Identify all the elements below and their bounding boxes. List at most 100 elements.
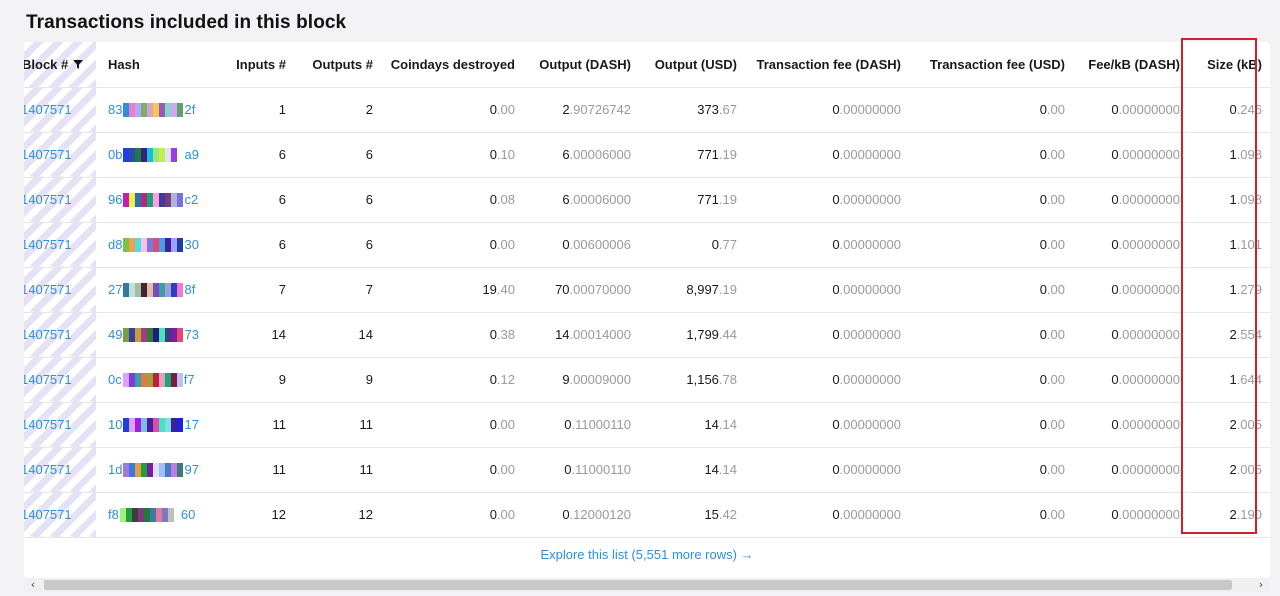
- cell-fee-usd-int: 0: [1039, 102, 1047, 117]
- cell-coindays-frac: .00: [496, 507, 515, 522]
- block-link[interactable]: 1407571: [24, 462, 72, 477]
- hash-redaction: [123, 282, 184, 297]
- horizontal-scrollbar[interactable]: ‹ ›: [24, 578, 1270, 592]
- table-row[interactable]: 1407571 49 73 14 14 0.38 14.00014000 1,799.44 0.…: [24, 312, 1270, 358]
- hash-link[interactable]: 0b a9: [108, 147, 199, 162]
- table-row[interactable]: 1407571 f8 60 12 12 0.00 0.12000120 15.42 0.0000…: [24, 492, 1270, 538]
- table-row[interactable]: 1407571 1d 97 11 11 0.00 0.11000110 14.14 0.0000…: [24, 447, 1270, 493]
- cell-hash[interactable]: 96 c2: [96, 177, 214, 223]
- table-row[interactable]: 1407571 96 c2 6 6 0.08 6.00006000 771.19 0.00000…: [24, 177, 1270, 223]
- table-row[interactable]: 1407571 10 17 11 11 0.00 0.11000110 14.14 0.0000…: [24, 402, 1270, 448]
- cell-fee-dash-frac: .00000000: [839, 417, 901, 432]
- cell-coindays-int: 0: [489, 417, 497, 432]
- cell-coindays: 0.08: [381, 177, 523, 223]
- cell-hash[interactable]: 83 2f: [96, 87, 214, 133]
- cell-inputs: 7: [214, 267, 294, 313]
- hash-link[interactable]: 27 8f: [108, 282, 195, 297]
- hash-link[interactable]: 10 17: [108, 417, 199, 432]
- column-header-block-label: Block #: [24, 56, 69, 72]
- block-link[interactable]: 1407571: [24, 102, 72, 117]
- column-header-outputs[interactable]: Outputs #: [294, 42, 381, 88]
- block-link[interactable]: 1407571: [24, 417, 72, 432]
- cell-fee-dash-frac: .00000000: [839, 327, 901, 342]
- cell-block[interactable]: 1407571: [24, 402, 96, 448]
- column-header-block[interactable]: Block #: [24, 42, 96, 88]
- hash-end: 2f: [184, 102, 196, 117]
- block-link[interactable]: 1407571: [24, 507, 72, 522]
- cell-hash[interactable]: 0b a9: [96, 132, 214, 178]
- table-row[interactable]: 1407571 83 2f 1 2 0.00 2.90726742 373.67 0.00000…: [24, 87, 1270, 133]
- cell-output-usd-frac: .78: [718, 372, 737, 387]
- cell-block[interactable]: 1407571: [24, 492, 96, 538]
- block-link[interactable]: 1407571: [24, 372, 72, 387]
- table-row[interactable]: 1407571 d8 30 6 6 0.00 0.00600006 0.77 0.0000000…: [24, 222, 1270, 268]
- block-link[interactable]: 1407571: [24, 192, 72, 207]
- cell-hash[interactable]: 27 8f: [96, 267, 214, 313]
- scrollbar-thumb[interactable]: [44, 580, 1232, 590]
- hash-link[interactable]: 1d 97: [108, 462, 199, 477]
- hash-link[interactable]: 83 2f: [108, 102, 195, 117]
- hash-link[interactable]: f8 60: [108, 507, 195, 522]
- cell-coindays-int: 19: [482, 282, 497, 297]
- cell-hash[interactable]: 1d 97: [96, 447, 214, 493]
- cell-output-usd: 14.14: [639, 447, 745, 493]
- cell-output-usd-frac: .42: [718, 507, 737, 522]
- cell-block[interactable]: 1407571: [24, 177, 96, 223]
- cell-fee-per-kb: 0.00000000: [1073, 267, 1188, 313]
- cell-fee-dash: 0.00000000: [745, 312, 909, 358]
- cell-hash[interactable]: 10 17: [96, 402, 214, 448]
- chevron-right-icon[interactable]: ›: [1254, 578, 1268, 592]
- cell-hash[interactable]: d8 30: [96, 222, 214, 268]
- column-header-coindays[interactable]: Coindays destroyed: [381, 42, 523, 88]
- column-header-fee-usd[interactable]: Transaction fee (USD): [909, 42, 1073, 88]
- cell-fee-per-kb-frac: .00000000: [1118, 282, 1180, 297]
- hash-start: 1d: [108, 462, 123, 477]
- cell-fee-dash: 0.00000000: [745, 447, 909, 493]
- column-header-inputs[interactable]: Inputs #: [214, 42, 294, 88]
- column-header-hash[interactable]: Hash: [96, 42, 214, 88]
- hash-link[interactable]: 0c f7: [108, 372, 195, 387]
- hash-link[interactable]: 96 c2: [108, 192, 198, 207]
- hash-link[interactable]: d8 30: [108, 237, 199, 252]
- cell-block[interactable]: 1407571: [24, 357, 96, 403]
- cell-block[interactable]: 1407571: [24, 447, 96, 493]
- cell-fee-usd-int: 0: [1039, 417, 1047, 432]
- cell-block[interactable]: 1407571: [24, 312, 96, 358]
- cell-hash[interactable]: 0c f7: [96, 357, 214, 403]
- cell-fee-dash-int: 0: [832, 372, 840, 387]
- block-link[interactable]: 1407571: [24, 147, 72, 162]
- cell-fee-per-kb-frac: .00000000: [1118, 507, 1180, 522]
- table-row[interactable]: 1407571 27 8f 7 7 19.40 70.00070000 8,997.19 0.0…: [24, 267, 1270, 313]
- cell-coindays: 0.10: [381, 132, 523, 178]
- cell-coindays-frac: .10: [496, 147, 515, 162]
- block-link[interactable]: 1407571: [24, 237, 72, 252]
- column-header-output-dash[interactable]: Output (DASH): [523, 42, 639, 88]
- table-row[interactable]: 1407571 0c f7 9 9 0.12 9.00009000 1,156.78 0.000…: [24, 357, 1270, 403]
- explore-list-link[interactable]: Explore this list (5,551 more rows) →: [24, 547, 1270, 562]
- block-link[interactable]: 1407571: [24, 282, 72, 297]
- cell-block[interactable]: 1407571: [24, 222, 96, 268]
- column-header-fee-dash[interactable]: Transaction fee (DASH): [745, 42, 909, 88]
- column-header-output-usd[interactable]: Output (USD): [639, 42, 745, 88]
- cell-block[interactable]: 1407571: [24, 87, 96, 133]
- filter-icon[interactable]: [73, 59, 84, 70]
- cell-output-dash: 0.00600006: [523, 222, 639, 268]
- cell-fee-usd-int: 0: [1039, 507, 1047, 522]
- cell-fee-usd-frac: .00: [1046, 102, 1065, 117]
- column-header-fee-per-kb[interactable]: Fee/kB (DASH): [1073, 42, 1188, 88]
- hash-start: 27: [108, 282, 123, 297]
- cell-fee-per-kb-int: 0: [1111, 102, 1119, 117]
- cell-hash[interactable]: f8 60: [96, 492, 214, 538]
- block-link[interactable]: 1407571: [24, 327, 72, 342]
- cell-fee-dash: 0.00000000: [745, 402, 909, 448]
- cell-block[interactable]: 1407571: [24, 267, 96, 313]
- hash-link[interactable]: 49 73: [108, 327, 199, 342]
- cell-output-dash: 2.90726742: [523, 87, 639, 133]
- cell-block[interactable]: 1407571: [24, 132, 96, 178]
- cell-output-dash: 0.11000110: [523, 447, 639, 493]
- cell-fee-per-kb: 0.00000000: [1073, 492, 1188, 538]
- cell-fee-per-kb-int: 0: [1111, 282, 1119, 297]
- cell-hash[interactable]: 49 73: [96, 312, 214, 358]
- chevron-left-icon[interactable]: ‹: [26, 578, 40, 592]
- table-row[interactable]: 1407571 0b a9 6 6 0.10 6.00006000 771.19 0.00000…: [24, 132, 1270, 178]
